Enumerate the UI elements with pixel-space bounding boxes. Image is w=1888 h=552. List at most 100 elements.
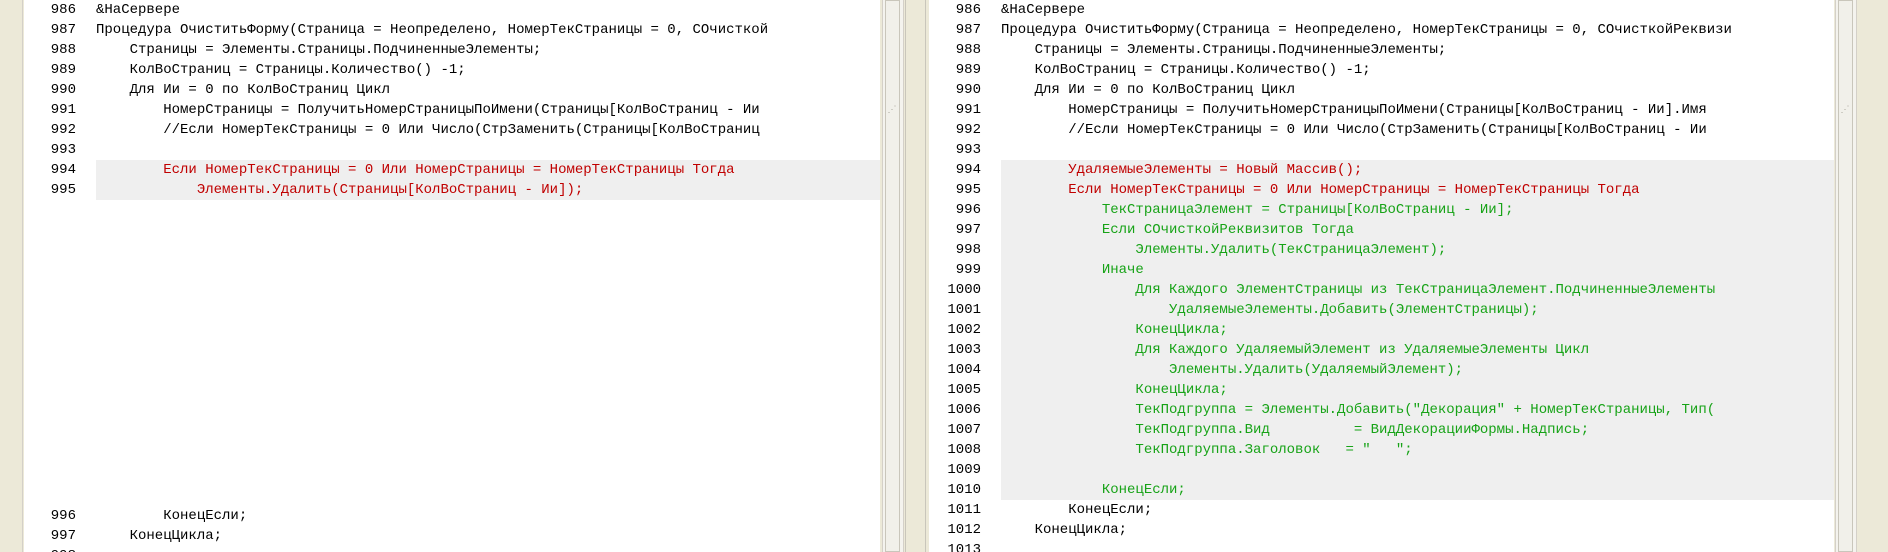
code-line[interactable]: 996 ТекСтраницаЭлемент = Страницы[КолВоС…: [929, 200, 1834, 220]
line-number: 987: [50, 22, 76, 38]
line-number: 1012: [947, 522, 981, 538]
code-text: УдаляемыеЭлементы.Добавить(ЭлементСтрани…: [1001, 302, 1539, 318]
code-text: &НаСервере: [1001, 2, 1086, 18]
code-line[interactable]: 987 Процедура ОчиститьФорму(Страница = Не…: [24, 20, 880, 40]
code-line[interactable]: 1009: [929, 460, 1834, 480]
code-text: Для Каждого УдаляемыйЭлемент из Удаляемы…: [1001, 342, 1590, 358]
code-line[interactable]: 990 Для Ии = 0 по КолВоСтраниц Цикл: [929, 80, 1834, 100]
code-line[interactable]: 996 КонецЕсли;: [24, 506, 880, 526]
code-line[interactable]: 1006 ТекПодгруппа = Элементы.Добавить("Д…: [929, 400, 1834, 420]
code-line[interactable]: 1002 КонецЦикла;: [929, 320, 1834, 340]
code-text: КонецЦикла;: [1001, 382, 1228, 398]
code-text: УдаляемыеЭлементы = Новый Массив();: [1001, 162, 1363, 178]
code-line[interactable]: 1005 КонецЦикла;: [929, 380, 1834, 400]
code-line[interactable]: 1012 КонецЦикла;: [929, 520, 1834, 540]
line-number: 995: [50, 182, 76, 198]
line-number: 990: [50, 82, 76, 98]
line-number: 986: [50, 2, 76, 18]
line-number: 1002: [947, 322, 981, 338]
code-line[interactable]: 1001 УдаляемыеЭлементы.Добавить(ЭлементС…: [929, 300, 1834, 320]
line-number: 1001: [947, 302, 981, 318]
code-line[interactable]: 1007 ТекПодгруппа.Вид = ВидДекорацииФорм…: [929, 420, 1834, 440]
code-text: Если СОчисткойРеквизитов Тогда: [1001, 222, 1354, 238]
code-text: Для Ии = 0 по КолВоСтраниц Цикл: [1001, 82, 1296, 98]
code-line[interactable]: 1013: [929, 540, 1834, 552]
code-line[interactable]: 993: [929, 140, 1834, 160]
code-line[interactable]: 994 Если НомерТекСтраницы = 0 Или НомерС…: [24, 160, 880, 180]
left-scrollbar-thumb[interactable]: [885, 0, 900, 552]
code-text: Если НомерТекСтраницы = 0 Или НомерСтран…: [96, 162, 735, 178]
code-text: Страницы = Элементы.Страницы.Подчиненные…: [96, 42, 542, 58]
code-text: КолВоСтраниц = Страницы.Количество() -1;: [1001, 62, 1371, 78]
code-line[interactable]: 999 Иначе: [929, 260, 1834, 280]
code-text: НомерСтраницы = ПолучитьНомерСтраницыПоИ…: [1001, 102, 1707, 118]
code-text: КонецЦикла;: [1001, 322, 1228, 338]
code-line[interactable]: 988 Страницы = Элементы.Страницы.Подчине…: [929, 40, 1834, 60]
code-text: ТекСтраницаЭлемент = Страницы[КолВоСтран…: [1001, 202, 1514, 218]
line-number: 991: [955, 102, 981, 118]
code-line[interactable]: 997 Если СОчисткойРеквизитов Тогда: [929, 220, 1834, 240]
line-number: 995: [955, 182, 981, 198]
code-line[interactable]: 1010 КонецЕсли;: [929, 480, 1834, 500]
code-text: КонецЦикла;: [96, 528, 223, 544]
code-line[interactable]: 986 &НаСервере: [24, 0, 880, 20]
line-number: 992: [50, 122, 76, 138]
line-number: 998: [24, 546, 76, 552]
code-line[interactable]: 1000 Для Каждого ЭлементСтраницы из ТекС…: [929, 280, 1834, 300]
line-number: 998: [955, 242, 981, 258]
code-line[interactable]: 1004 Элементы.Удалить(УдаляемыйЭлемент);: [929, 360, 1834, 380]
code-text: КонецЕсли;: [96, 508, 248, 524]
code-line[interactable]: 995 Если НомерТекСтраницы = 0 Или НомерС…: [929, 180, 1834, 200]
code-line[interactable]: 992 //Если НомерТекСтраницы = 0 Или Числ…: [929, 120, 1834, 140]
code-line[interactable]: 1008 ТекПодгруппа.Заголовок = " ";: [929, 440, 1834, 460]
code-line[interactable]: 994 УдаляемыеЭлементы = Новый Массив();: [929, 160, 1834, 180]
code-line[interactable]: 1003 Для Каждого УдаляемыйЭлемент из Уда…: [929, 340, 1834, 360]
line-number: 1000: [947, 282, 981, 298]
line-number: 1006: [947, 402, 981, 418]
code-text: Элементы.Удалить(ТекСтраницаЭлемент);: [1001, 242, 1447, 258]
code-line[interactable]: 989 КолВоСтраниц = Страницы.Количество()…: [929, 60, 1834, 80]
line-number: 996: [955, 202, 981, 218]
code-text: Элементы.Удалить(УдаляемыйЭлемент);: [1001, 362, 1464, 378]
code-line[interactable]: 991 НомерСтраницы = ПолучитьНомерСтраниц…: [929, 100, 1834, 120]
left-scroll-grip-icon: ⋰: [887, 105, 897, 115]
right-scrollbar-thumb[interactable]: [1838, 0, 1853, 552]
right-scroll-grip-icon: ⋰: [1840, 105, 1850, 115]
changed-line-highlight: [1001, 460, 1834, 480]
code-line[interactable]: 1011 КонецЕсли;: [929, 500, 1834, 520]
right-code-pane[interactable]: 986 &НаСервере 987 Процедура ОчиститьФорму(…: [929, 0, 1834, 552]
left-vertical-scrollbar[interactable]: ⋰: [882, 0, 904, 552]
line-number: 994: [50, 162, 76, 178]
line-number: 997: [50, 528, 76, 544]
line-number: 988: [955, 42, 981, 58]
line-number: 1008: [947, 442, 981, 458]
code-line[interactable]: 992 //Если НомерТекСтраницы = 0 Или Числ…: [24, 120, 880, 140]
code-text: Если НомерТекСтраницы = 0 Или НомерСтран…: [1001, 182, 1640, 198]
code-line[interactable]: 991 НомерСтраницы = ПолучитьНомерСтраниц…: [24, 100, 880, 120]
window-right-border: [1856, 0, 1888, 552]
code-text: КолВоСтраниц = Страницы.Количество() -1;: [96, 62, 466, 78]
line-number: 991: [50, 102, 76, 118]
code-line[interactable]: 995 Элементы.Удалить(Страницы[КолВоСтран…: [24, 180, 880, 200]
line-number: 1013: [947, 542, 981, 552]
line-number: 999: [955, 262, 981, 278]
code-text: Иначе: [1001, 262, 1144, 278]
code-line[interactable]: 998 Элементы.Удалить(ТекСтраницаЭлемент)…: [929, 240, 1834, 260]
line-number: 987: [955, 22, 981, 38]
code-line[interactable]: 998: [24, 546, 880, 552]
left-code-pane[interactable]: 986 &НаСервере 987 Процедура ОчиститьФорму(…: [24, 0, 880, 552]
code-text: Для Ии = 0 по КолВоСтраниц Цикл: [96, 82, 391, 98]
code-line[interactable]: 990 Для Ии = 0 по КолВоСтраниц Цикл: [24, 80, 880, 100]
code-text: &НаСервере: [96, 2, 181, 18]
right-vertical-scrollbar[interactable]: ⋰: [1835, 0, 1857, 552]
pane-splitter[interactable]: [905, 0, 926, 552]
line-number: 993: [955, 142, 981, 158]
code-line[interactable]: 989 КолВоСтраниц = Страницы.Количество()…: [24, 60, 880, 80]
code-line[interactable]: 988 Страницы = Элементы.Страницы.Подчине…: [24, 40, 880, 60]
line-number: 1011: [947, 502, 981, 518]
code-line[interactable]: 987 Процедура ОчиститьФорму(Страница = Не…: [929, 20, 1834, 40]
code-line[interactable]: 997 КонецЦикла;: [24, 526, 880, 546]
code-line[interactable]: 993: [24, 140, 880, 160]
code-text: //Если НомерТекСтраницы = 0 Или Число(Ст…: [96, 122, 760, 138]
code-line[interactable]: 986 &НаСервере: [929, 0, 1834, 20]
